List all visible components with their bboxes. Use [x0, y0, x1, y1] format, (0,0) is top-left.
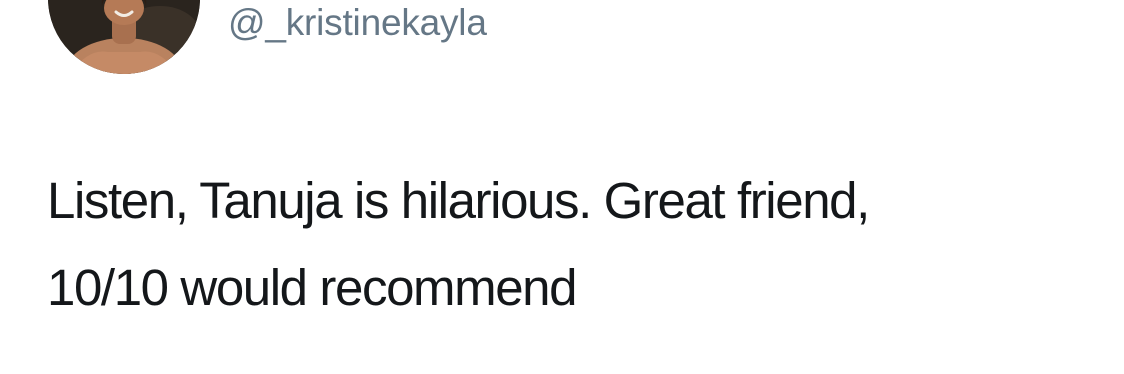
tweet-text-line: Listen, Tanuja is hilarious. Great frien… [47, 172, 870, 229]
tweet-text: Listen, Tanuja is hilarious. Great frien… [47, 157, 1097, 331]
avatar[interactable] [48, 0, 200, 74]
tweet-text-line: 10/10 would recommend [47, 259, 577, 316]
user-handle[interactable]: @_kristinekayla [228, 1, 487, 45]
avatar-photo [48, 0, 200, 74]
tweet-card: @_kristinekayla Listen, Tanuja is hilari… [0, 0, 1124, 374]
